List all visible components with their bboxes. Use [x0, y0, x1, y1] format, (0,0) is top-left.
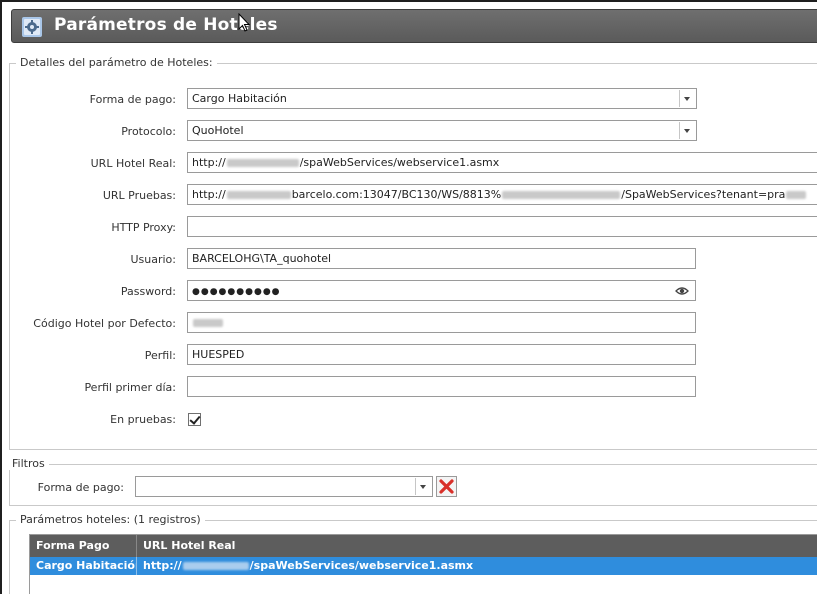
redacted-text	[193, 319, 223, 327]
perfil-primer-dia-label: Perfil primer día:	[84, 381, 176, 394]
url-hotel-real-label: URL Hotel Real:	[90, 157, 176, 170]
url-hotel-real-input[interactable]: http:///spaWebServices/webservice1.asmx	[187, 152, 817, 173]
eye-icon[interactable]	[675, 285, 689, 297]
en-pruebas-label: En pruebas:	[110, 413, 176, 426]
usuario-label: Usuario:	[130, 253, 176, 266]
details-legend: Detalles del parámetro de Hoteles:	[16, 56, 217, 69]
codigo-hotel-label: Código Hotel por Defecto:	[33, 317, 176, 330]
perfil-label: Perfil:	[144, 349, 176, 362]
url-pruebas-input[interactable]: http://barcelo.com:13047/BC130/WS/8813% /…	[187, 184, 817, 205]
codigo-hotel-input[interactable]	[187, 312, 696, 333]
protocolo-label: Protocolo:	[121, 125, 176, 138]
column-header-forma-pago[interactable]: Forma Pago	[30, 535, 137, 557]
redacted-text	[226, 191, 291, 199]
mouse-cursor-icon	[238, 13, 251, 32]
http-proxy-label: HTTP Proxy:	[111, 221, 176, 234]
clear-filter-button[interactable]	[436, 476, 457, 497]
settings-gear-icon	[22, 17, 42, 37]
http-proxy-input[interactable]	[187, 216, 817, 237]
perfil-primer-dia-input[interactable]	[187, 376, 696, 397]
redacted-text	[502, 191, 621, 199]
chevron-down-icon[interactable]	[679, 122, 695, 139]
title-bar: Parámetros de Hoteles	[11, 9, 817, 43]
results-table[interactable]: Forma Pago URL Hotel Real Cargo Habitaci…	[29, 534, 817, 594]
chevron-down-icon[interactable]	[679, 90, 695, 107]
password-label: Password:	[120, 285, 176, 298]
password-input[interactable]: ●●●●●●●●●●	[187, 280, 696, 301]
perfil-input[interactable]: HUESPED	[187, 344, 696, 365]
row-url-hotel-real: http:///spaWebServices/webservice1.asmx	[143, 559, 474, 572]
column-header-url-hotel-real[interactable]: URL Hotel Real	[137, 535, 817, 557]
filter-forma-pago-select[interactable]	[135, 476, 433, 497]
url-pruebas-label: URL Pruebas:	[102, 189, 176, 202]
forma-pago-select[interactable]: Cargo Habitación	[187, 88, 697, 109]
redacted-text	[182, 562, 249, 570]
filter-forma-pago-label: Forma de pago:	[37, 481, 124, 494]
usuario-input[interactable]: BARCELOHG\TA_quohotel	[187, 248, 696, 269]
row-forma-pago: Cargo Habitación	[30, 557, 137, 575]
protocolo-select[interactable]: QuoHotel	[187, 120, 697, 141]
en-pruebas-checkbox[interactable]	[188, 413, 201, 426]
chevron-down-icon[interactable]	[415, 478, 431, 495]
window: Parámetros de Hoteles Detalles del parám…	[0, 0, 817, 594]
close-icon	[439, 479, 454, 494]
forma-pago-label: Forma de pago:	[89, 93, 176, 106]
redacted-text	[786, 191, 807, 199]
table-row[interactable]: Cargo Habitación http:///spaWebServices/…	[30, 557, 817, 575]
redacted-text	[226, 159, 299, 167]
filters-legend: Filtros	[8, 457, 49, 470]
table-header: Forma Pago URL Hotel Real	[30, 535, 817, 557]
results-legend: Parámetros hoteles: (1 registros)	[16, 513, 205, 526]
